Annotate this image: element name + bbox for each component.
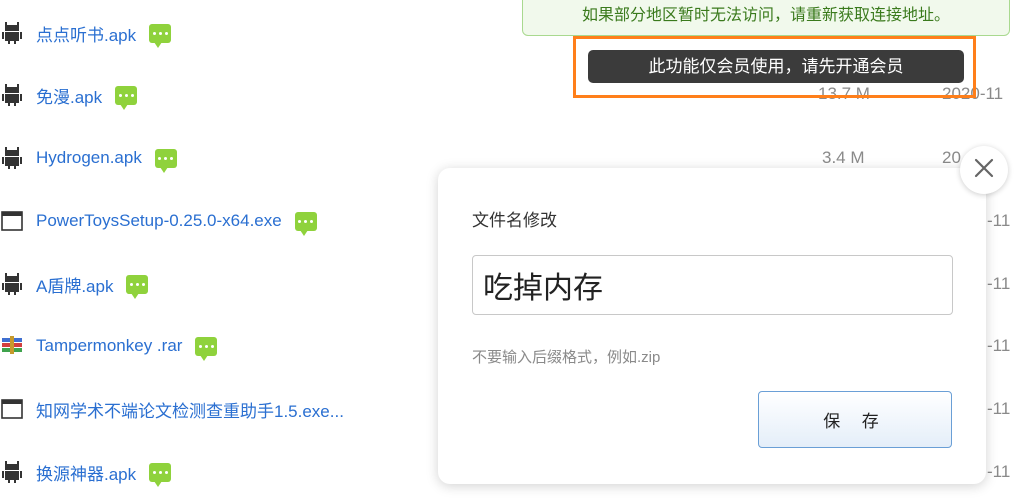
file-name-link[interactable]: Tampermonkey .rar (36, 336, 182, 356)
file-name-link[interactable]: 点点听书.apk (36, 21, 136, 46)
file-date: 20 (942, 148, 961, 167)
rename-dialog: 文件名修改 不要输入后缀格式，例如.zip 保 存 (438, 168, 986, 484)
list-item: 知网学术不端论文检测查重助手1.5.exe... (0, 389, 344, 429)
android-icon (0, 272, 24, 296)
file-size: 3.4 M (822, 148, 865, 167)
file-name-link[interactable]: PowerToysSetup-0.25.0-x64.exe (36, 211, 282, 231)
input-hint: 不要输入后缀格式，例如.zip (472, 349, 661, 366)
close-icon (973, 157, 995, 184)
comment-icon[interactable] (195, 336, 218, 361)
file-name-link[interactable]: 免漫.apk (36, 83, 102, 108)
file-name-link[interactable]: 换源神器.apk (36, 460, 136, 485)
android-icon (0, 21, 24, 45)
list-item: PowerToysSetup-0.25.0-x64.exe (0, 201, 317, 241)
android-icon (0, 460, 24, 484)
android-icon (0, 83, 24, 107)
file-name-link[interactable]: 知网学术不端论文检测查重助手1.5.exe... (36, 397, 344, 422)
member-only-tooltip: 此功能仅会员使用，请先开通会员 (588, 50, 964, 83)
comment-icon[interactable] (154, 148, 177, 173)
android-icon (0, 146, 24, 170)
file-date: -11 (987, 211, 1011, 230)
window-icon (0, 397, 24, 421)
file-date: -11 (987, 462, 1011, 481)
window-icon (0, 209, 24, 233)
list-item: 点点听书.apk (0, 13, 172, 53)
comment-icon[interactable] (115, 85, 138, 110)
comment-icon[interactable] (149, 23, 172, 48)
file-date: -11 (987, 399, 1011, 418)
save-button[interactable]: 保 存 (758, 391, 952, 448)
list-item: 换源神器.apk (0, 452, 172, 492)
close-button[interactable] (960, 146, 1008, 194)
comment-icon[interactable] (126, 274, 149, 299)
filename-input[interactable] (472, 255, 953, 315)
dialog-title: 文件名修改 (472, 211, 557, 230)
archive-icon (0, 334, 24, 358)
list-item: Tampermonkey .rar (0, 326, 218, 366)
comment-icon[interactable] (294, 211, 317, 236)
list-item: A盾牌.apk (0, 264, 149, 304)
comment-icon[interactable] (149, 462, 172, 487)
list-item: 免漫.apk (0, 75, 138, 115)
access-notice: 如果部分地区暂时无法访问，请重新获取连接地址。 (522, 0, 1010, 36)
file-name-link[interactable]: Hydrogen.apk (36, 148, 142, 168)
list-item: Hydrogen.apk (0, 138, 177, 178)
file-date: -11 (987, 274, 1011, 293)
file-name-link[interactable]: A盾牌.apk (36, 272, 113, 297)
file-date: -11 (987, 336, 1011, 355)
